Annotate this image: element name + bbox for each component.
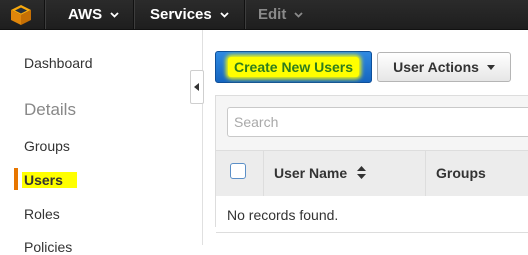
chevron-down-icon (294, 10, 303, 20)
nav-divider (44, 0, 46, 29)
sidebar-divider (202, 30, 203, 245)
column-divider (425, 150, 426, 196)
account-menu[interactable]: AWS (68, 0, 119, 29)
user-actions-button[interactable]: User Actions (377, 52, 511, 82)
account-label: AWS (68, 6, 103, 23)
empty-table-message: No records found. (227, 207, 339, 223)
nav-divider (133, 0, 135, 29)
sidebar-item-roles[interactable]: Roles (24, 206, 60, 222)
user-actions-label: User Actions (393, 59, 479, 75)
collapse-sidebar-button[interactable] (190, 70, 204, 104)
caret-left-icon (194, 83, 199, 91)
create-new-users-label: Create New Users (227, 57, 360, 77)
sort-icon (357, 166, 367, 182)
sidebar-item-dashboard[interactable]: Dashboard (24, 55, 93, 71)
column-header-groups[interactable]: Groups (436, 165, 486, 181)
create-new-users-button[interactable]: Create New Users (215, 51, 372, 83)
top-navigation-bar: AWS Services Edit (0, 0, 528, 30)
chevron-down-icon (486, 62, 495, 72)
sidebar-heading-details: Details (24, 100, 76, 119)
sidebar-item-users[interactable]: Users (22, 172, 77, 188)
services-label: Services (150, 6, 212, 23)
column-divider (263, 150, 264, 196)
sidebar-item-groups[interactable]: Groups (24, 138, 70, 154)
aws-cube-icon (10, 4, 31, 25)
column-header-label: User Name (274, 165, 348, 181)
chevron-down-icon (220, 10, 229, 20)
nav-divider (244, 0, 246, 29)
sidebar-item-label: Users (22, 172, 77, 188)
select-all-checkbox[interactable] (230, 163, 246, 179)
column-header-user-name[interactable]: User Name (274, 165, 367, 182)
edit-label: Edit (258, 6, 287, 23)
search-input[interactable] (227, 107, 528, 137)
chevron-down-icon (110, 10, 119, 20)
edit-menu[interactable]: Edit (258, 0, 303, 29)
active-indicator (14, 168, 18, 190)
aws-logo-icon[interactable] (4, 0, 37, 29)
services-menu[interactable]: Services (150, 0, 229, 29)
sidebar-item-policies[interactable]: Policies (24, 239, 72, 255)
